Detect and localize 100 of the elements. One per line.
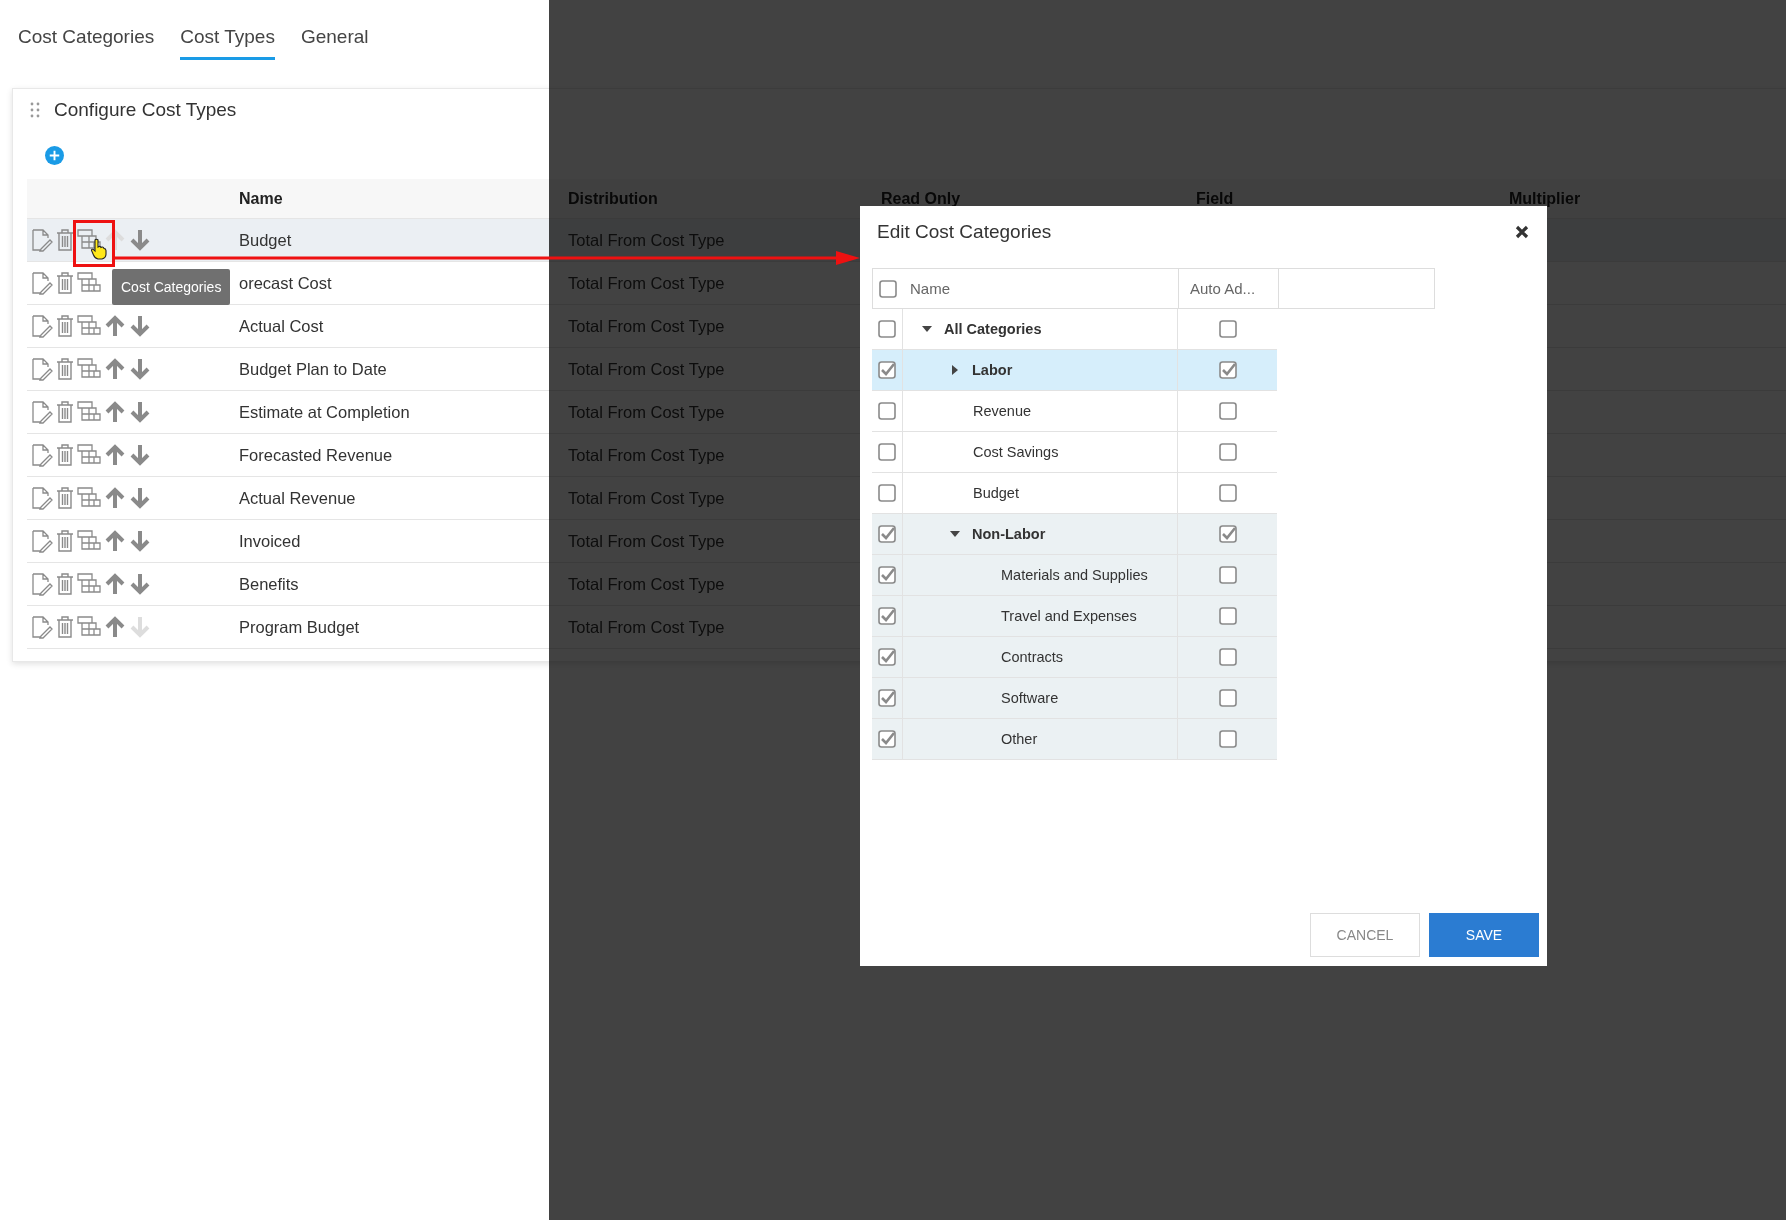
- trash-icon[interactable]: [56, 228, 74, 252]
- checkbox[interactable]: [1217, 729, 1238, 749]
- checkbox[interactable]: [1217, 524, 1238, 544]
- hierarchy-icon[interactable]: [77, 443, 101, 467]
- arrow-down-icon[interactable]: [129, 443, 151, 467]
- panel-title: Configure Cost Types: [54, 99, 237, 121]
- arrow-up-icon[interactable]: [104, 400, 126, 424]
- caret-right-icon[interactable]: [950, 365, 960, 375]
- drag-handle-icon[interactable]: [30, 102, 40, 118]
- tree-row[interactable]: Non-Labor: [872, 514, 1277, 555]
- tree-row[interactable]: Materials and Supplies: [872, 555, 1277, 596]
- edit-icon[interactable]: [31, 228, 53, 252]
- checkbox[interactable]: [877, 647, 897, 667]
- edit-icon[interactable]: [31, 357, 53, 381]
- checkbox[interactable]: [877, 688, 897, 708]
- hierarchy-icon[interactable]: [77, 529, 101, 553]
- add-icon[interactable]: [45, 145, 64, 165]
- caret-down-icon[interactable]: [950, 529, 960, 539]
- arrow-up-icon[interactable]: [104, 486, 126, 510]
- close-icon: [1515, 225, 1529, 239]
- tab[interactable]: General: [300, 26, 369, 60]
- checkbox[interactable]: [1217, 483, 1238, 503]
- tree-row[interactable]: All Categories: [872, 309, 1277, 350]
- checkbox[interactable]: [1217, 360, 1238, 380]
- tree-row[interactable]: Labor: [872, 350, 1277, 391]
- hierarchy-icon[interactable]: [77, 615, 101, 639]
- checkbox[interactable]: [877, 483, 897, 503]
- tree-row[interactable]: Contracts: [872, 637, 1277, 678]
- edit-icon[interactable]: [31, 486, 53, 510]
- edit-icon[interactable]: [31, 572, 53, 596]
- checkbox[interactable]: [1217, 688, 1238, 708]
- checkbox[interactable]: [877, 606, 897, 626]
- tree-row[interactable]: Travel and Expenses: [872, 596, 1277, 637]
- trash-icon[interactable]: [56, 615, 74, 639]
- trash-icon[interactable]: [56, 314, 74, 338]
- save-button[interactable]: SAVE: [1429, 913, 1539, 957]
- arrow-down-icon[interactable]: [129, 572, 151, 596]
- trash-icon[interactable]: [56, 271, 74, 295]
- checkbox[interactable]: [877, 360, 897, 380]
- checkbox[interactable]: [877, 319, 897, 339]
- arrow-up-icon[interactable]: [104, 615, 126, 639]
- checkbox[interactable]: [877, 729, 897, 749]
- tree-row[interactable]: Budget: [872, 473, 1277, 514]
- arrow-down-icon[interactable]: [129, 314, 151, 338]
- hierarchy-icon[interactable]: [77, 314, 101, 338]
- checkbox[interactable]: [1217, 647, 1238, 667]
- hierarchy-icon[interactable]: [77, 357, 101, 381]
- tree-row[interactable]: Cost Savings: [872, 432, 1277, 473]
- checkbox[interactable]: [1217, 401, 1238, 421]
- arrow-down-icon[interactable]: [129, 357, 151, 381]
- checkbox[interactable]: [877, 524, 897, 544]
- hierarchy-icon[interactable]: [77, 572, 101, 596]
- checkbox[interactable]: [877, 442, 897, 462]
- edit-icon[interactable]: [31, 529, 53, 553]
- checkbox[interactable]: [1217, 319, 1238, 339]
- tree-row[interactable]: Revenue: [872, 391, 1277, 432]
- arrow-up-icon[interactable]: [104, 572, 126, 596]
- hierarchy-icon[interactable]: [77, 486, 101, 510]
- checkbox[interactable]: [878, 278, 898, 299]
- arrow-up-icon[interactable]: [104, 357, 126, 381]
- tree-item-label: Labor: [972, 362, 1013, 378]
- checkbox[interactable]: [1217, 565, 1238, 585]
- edit-icon[interactable]: [31, 314, 53, 338]
- tree-row[interactable]: Software: [872, 678, 1277, 719]
- tooltip: Cost Categories: [112, 269, 231, 305]
- tree-item-label: Non-Labor: [972, 526, 1046, 542]
- hierarchy-icon[interactable]: [77, 228, 101, 252]
- trash-icon[interactable]: [56, 486, 74, 510]
- tree-item-label: Other: [1001, 731, 1038, 747]
- edit-icon[interactable]: [31, 271, 53, 295]
- tree-item-label: Travel and Expenses: [1001, 608, 1137, 624]
- column-header: Name: [910, 280, 950, 297]
- dialog-title: Edit Cost Categories: [877, 221, 1052, 243]
- trash-icon[interactable]: [56, 357, 74, 381]
- edit-icon[interactable]: [31, 400, 53, 424]
- arrow-down-icon[interactable]: [129, 529, 151, 553]
- tab[interactable]: Cost Categories: [18, 26, 155, 60]
- arrow-down-icon[interactable]: [129, 228, 151, 252]
- edit-icon[interactable]: [31, 615, 53, 639]
- close-button[interactable]: [1513, 223, 1531, 241]
- arrow-down-icon[interactable]: [129, 400, 151, 424]
- caret-down-icon[interactable]: [922, 324, 932, 334]
- trash-icon[interactable]: [56, 443, 74, 467]
- checkbox[interactable]: [1217, 606, 1238, 626]
- trash-icon[interactable]: [56, 529, 74, 553]
- arrow-up-icon[interactable]: [104, 529, 126, 553]
- cancel-button[interactable]: CANCEL: [1310, 913, 1420, 957]
- tree-row[interactable]: Other: [872, 719, 1277, 760]
- trash-icon[interactable]: [56, 400, 74, 424]
- arrow-down-icon[interactable]: [129, 486, 151, 510]
- arrow-up-icon[interactable]: [104, 314, 126, 338]
- hierarchy-icon[interactable]: [77, 400, 101, 424]
- arrow-up-icon[interactable]: [104, 443, 126, 467]
- checkbox[interactable]: [1217, 442, 1238, 462]
- checkbox[interactable]: [877, 401, 897, 421]
- edit-icon[interactable]: [31, 443, 53, 467]
- hierarchy-icon[interactable]: [77, 271, 101, 295]
- tab[interactable]: Cost Types: [180, 26, 275, 60]
- trash-icon[interactable]: [56, 572, 74, 596]
- checkbox[interactable]: [877, 565, 897, 585]
